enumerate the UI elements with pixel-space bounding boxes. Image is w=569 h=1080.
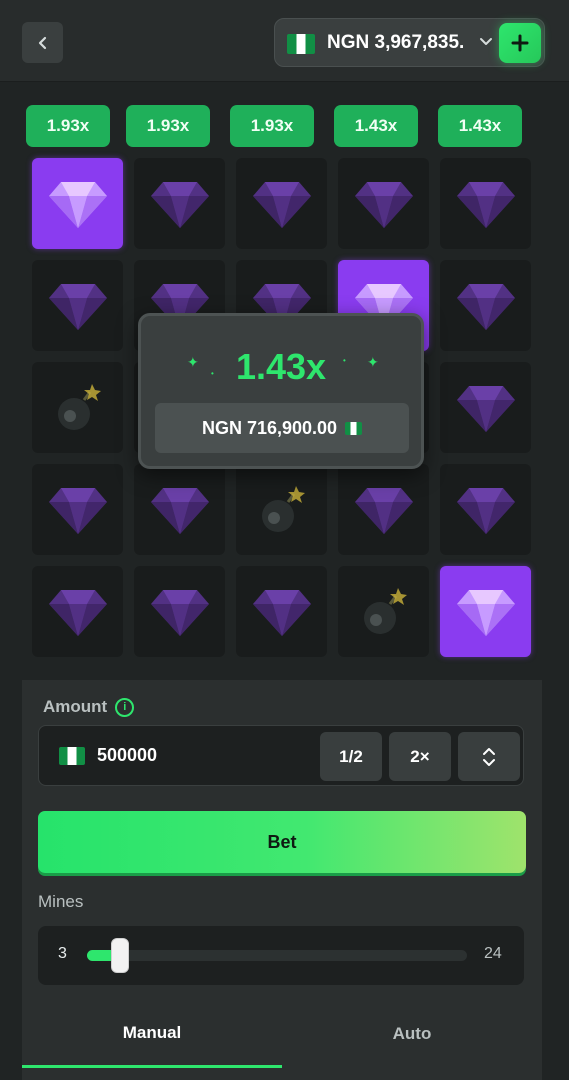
- gem-icon: [252, 181, 311, 228]
- gem-icon: [150, 487, 209, 534]
- nigeria-flag-icon: [345, 421, 363, 435]
- gem-icon: [456, 283, 515, 330]
- gem-icon: [48, 589, 107, 636]
- gem-icon: [48, 487, 107, 534]
- bet-button[interactable]: Bet: [38, 811, 526, 873]
- top-bar: NGN 3,967,835.: [0, 0, 569, 82]
- gem-tile[interactable]: [440, 260, 531, 351]
- mine-tile[interactable]: [338, 566, 429, 657]
- win-multiplier: 1.43x: [235, 346, 327, 387]
- tab-manual[interactable]: Manual: [22, 1000, 282, 1068]
- gem-icon: [48, 283, 107, 330]
- gem-icon: [48, 181, 107, 228]
- mode-tabs: Manual Auto: [22, 1000, 542, 1070]
- chevron-left-icon: [38, 36, 46, 49]
- gem-tile-revealed[interactable]: [32, 158, 123, 249]
- amount-stepper-button[interactable]: [458, 732, 520, 781]
- gem-tile[interactable]: [134, 158, 225, 249]
- amount-label-row: Amount i: [43, 697, 135, 717]
- gem-icon: [456, 181, 515, 228]
- gem-icon: [456, 589, 515, 636]
- gem-tile[interactable]: [338, 464, 429, 555]
- gem-icon: [150, 181, 209, 228]
- mines-selector: 3 24: [38, 926, 524, 985]
- win-popup: ✦ • • ✦ 1.43x NGN 716,900.00: [138, 313, 424, 469]
- gem-tile[interactable]: [440, 362, 531, 453]
- bomb-icon: [261, 485, 305, 532]
- gem-icon: [150, 589, 209, 636]
- mines-count: 3: [58, 945, 67, 962]
- mine-tile[interactable]: [32, 362, 123, 453]
- amount-input[interactable]: 500000 1/2 2×: [38, 725, 524, 786]
- balance-amount: NGN 3,967,835.: [327, 32, 465, 53]
- win-amount: NGN 716,900.00: [201, 417, 338, 438]
- gem-tile[interactable]: [236, 158, 327, 249]
- gem-tile[interactable]: [338, 158, 429, 249]
- gem-tile[interactable]: [440, 464, 531, 555]
- mines-slider[interactable]: [87, 938, 467, 973]
- gem-tile[interactable]: [32, 566, 123, 657]
- amount-value[interactable]: 500000: [97, 745, 157, 766]
- win-amount-box: NGN 716,900.00: [155, 403, 409, 453]
- gem-icon: [456, 487, 515, 534]
- nigeria-flag-icon: [287, 34, 315, 54]
- half-amount-button[interactable]: 1/2: [320, 732, 382, 781]
- multiplier-chip: 1.43x: [334, 105, 418, 147]
- back-button[interactable]: [22, 22, 63, 63]
- multiplier-chip: 1.93x: [230, 105, 314, 147]
- gem-tile[interactable]: [440, 158, 531, 249]
- gem-tile[interactable]: [134, 464, 225, 555]
- multiplier-chip: 1.93x: [26, 105, 110, 147]
- gem-icon: [456, 385, 515, 432]
- info-icon[interactable]: i: [115, 697, 135, 717]
- gem-icon: [354, 487, 413, 534]
- gem-tile-revealed[interactable]: [440, 566, 531, 657]
- mine-tile[interactable]: [236, 464, 327, 555]
- mines-slider-handle[interactable]: [111, 938, 129, 973]
- gem-icon: [354, 181, 413, 228]
- mines-label: Mines: [38, 892, 84, 911]
- gem-tile[interactable]: [32, 260, 123, 351]
- chevron-down-icon: [483, 758, 495, 766]
- gem-tile[interactable]: [134, 566, 225, 657]
- tab-auto[interactable]: Auto: [282, 1000, 542, 1068]
- deposit-button[interactable]: [499, 23, 541, 63]
- mines-board: 1.93x 1.93x 1.93x 1.43x 1.43x ✦ • • ✦ 1.…: [22, 92, 542, 677]
- bet-controls: Amount i 500000 1/2 2× Bet Mines 3 24 Ma…: [22, 680, 542, 1080]
- amount-label: Amount: [43, 697, 108, 716]
- bomb-icon: [363, 587, 407, 634]
- multiplier-chip: 1.43x: [438, 105, 522, 147]
- chevron-down-icon: [480, 38, 492, 45]
- gem-tile[interactable]: [32, 464, 123, 555]
- balance-selector[interactable]: NGN 3,967,835.: [274, 18, 545, 67]
- multiplier-chip: 1.93x: [126, 105, 210, 147]
- chevron-up-icon: [483, 747, 495, 755]
- double-amount-button[interactable]: 2×: [389, 732, 451, 781]
- gem-tile[interactable]: [236, 566, 327, 657]
- mines-max: 24: [484, 945, 502, 962]
- bomb-icon: [57, 383, 101, 430]
- gem-icon: [252, 589, 311, 636]
- nigeria-flag-icon: [59, 747, 85, 765]
- plus-icon: [511, 34, 529, 52]
